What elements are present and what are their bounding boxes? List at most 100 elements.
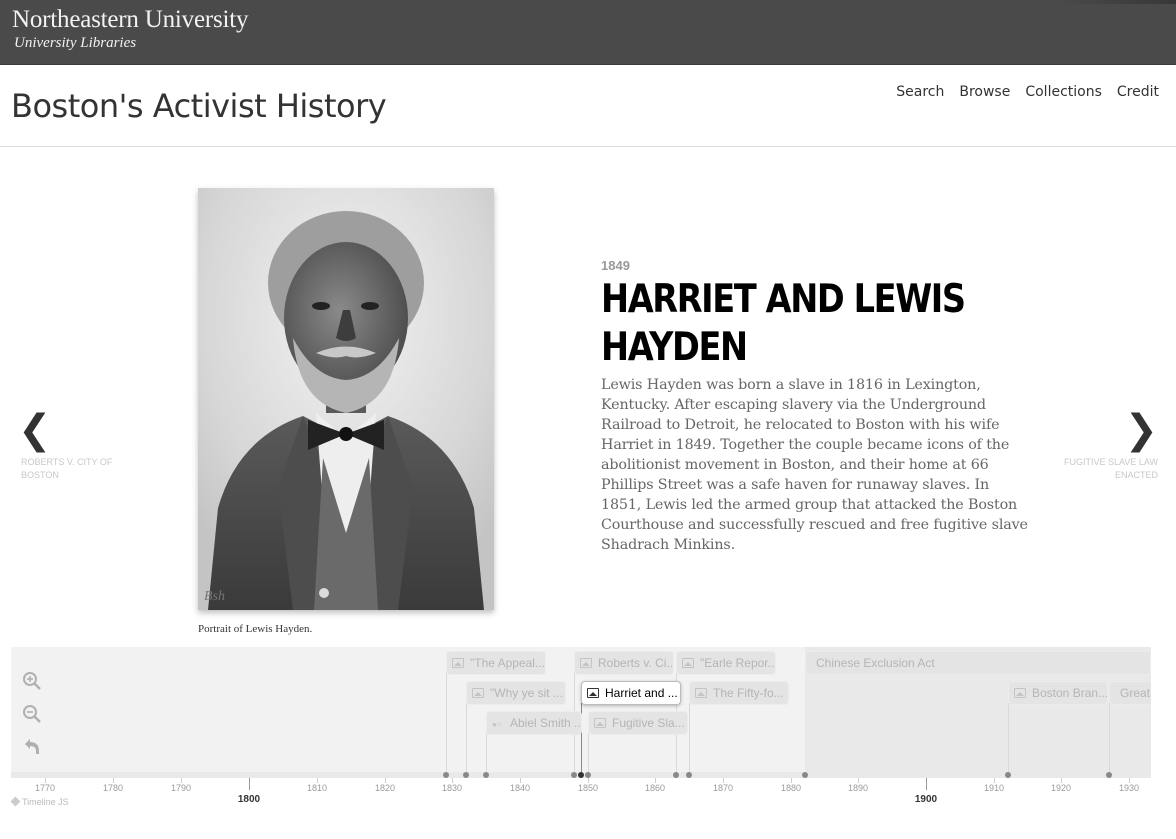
tick-label-1780: 1780 bbox=[102, 783, 124, 793]
chevron-left-icon[interactable]: ❮ bbox=[18, 410, 128, 450]
libraries-logo-text[interactable]: University Libraries bbox=[14, 35, 136, 52]
tick-label-1920: 1920 bbox=[1050, 783, 1072, 793]
tick-label-1830: 1830 bbox=[441, 783, 463, 793]
timeline-marker-abiel-smith[interactable]: Abiel Smith ... bbox=[486, 711, 582, 735]
timeline-marker-chinese-exclusion-act[interactable]: Chinese Exclusion Act bbox=[805, 651, 1151, 675]
major-label-1800: 1800 bbox=[237, 794, 261, 805]
slide-date: 1849 bbox=[601, 258, 630, 273]
marker-line bbox=[466, 703, 467, 774]
timelinejs-attribution[interactable]: Timeline JS bbox=[10, 796, 69, 807]
nav-search[interactable]: Search bbox=[896, 84, 944, 100]
timeline-marker-fugitive-slave[interactable]: Fugitive Sla... bbox=[588, 711, 688, 735]
time-axis: 1770 1780 1790 1800 1810 1820 1830 1840 … bbox=[11, 772, 1151, 812]
nav-browse[interactable]: Browse bbox=[959, 84, 1010, 100]
university-logo-text[interactable]: Northeastern University bbox=[12, 6, 249, 34]
marker-title: Boston Bran... bbox=[1032, 686, 1108, 700]
zoom-out-icon[interactable] bbox=[22, 704, 42, 724]
axis-event-dot[interactable] bbox=[1106, 772, 1112, 778]
slide-text: Lewis Hayden was born a slave in 1816 in… bbox=[601, 377, 1028, 553]
axis-event-dot[interactable] bbox=[443, 772, 449, 778]
image-icon bbox=[695, 688, 707, 698]
marker-title: "The Appeal... bbox=[470, 656, 545, 670]
tick-label-1770: 1770 bbox=[34, 783, 56, 793]
dots-icon bbox=[492, 714, 506, 734]
portrait-illustration: Bsh bbox=[198, 188, 494, 610]
library-banner: Northeastern University University Libra… bbox=[0, 0, 1176, 65]
svg-text:Bsh: Bsh bbox=[204, 589, 225, 604]
axis-event-dot[interactable] bbox=[673, 772, 679, 778]
site-header: Boston's Activist History Search Browse … bbox=[0, 65, 1176, 147]
marker-title: The Fifty-fo... bbox=[713, 686, 784, 700]
tick-label-1860: 1860 bbox=[644, 783, 666, 793]
back-icon[interactable] bbox=[22, 737, 42, 757]
tick-label-1820: 1820 bbox=[374, 783, 396, 793]
axis-event-dot[interactable] bbox=[571, 772, 577, 778]
marker-title: Abiel Smith ... bbox=[510, 716, 582, 730]
axis-major-tick bbox=[249, 778, 250, 790]
zoom-in-icon[interactable] bbox=[22, 671, 42, 691]
image-icon bbox=[472, 688, 484, 698]
zoom-controls bbox=[22, 671, 42, 770]
timeline-marker-boston-branch[interactable]: Boston Bran... bbox=[1008, 681, 1108, 705]
timeline-marker-earle-report[interactable]: "Earle Repor... bbox=[676, 651, 776, 675]
tick-label-1880: 1880 bbox=[780, 783, 802, 793]
chevron-right-icon[interactable]: ❯ bbox=[1048, 410, 1158, 450]
timeline-marker-harriet-and-lewis-hayden[interactable]: Harriet and ... bbox=[581, 681, 681, 705]
nav-collections[interactable]: Collections bbox=[1025, 84, 1102, 100]
banner-shadow bbox=[1056, 0, 1176, 4]
axis-event-dot[interactable] bbox=[483, 772, 489, 778]
major-label-1900: 1900 bbox=[914, 794, 938, 805]
timeline-marker-fifty-fourth[interactable]: The Fifty-fo... bbox=[689, 681, 789, 705]
marker-title: Roberts v. Ci... bbox=[598, 656, 674, 670]
image-icon bbox=[587, 688, 599, 698]
timeline-marker-the-appeal[interactable]: "The Appeal... bbox=[446, 651, 546, 675]
tick-label-1840: 1840 bbox=[509, 783, 531, 793]
slide-headline: Harriet and Lewis Hayden bbox=[601, 277, 966, 370]
diamond-icon bbox=[10, 796, 21, 807]
tick-label-1910: 1910 bbox=[983, 783, 1005, 793]
next-slide-label[interactable]: Fugitive Slave Law Enacted bbox=[1048, 456, 1158, 482]
image-icon bbox=[1014, 688, 1026, 698]
axis-event-dot[interactable] bbox=[463, 772, 469, 778]
marker-line bbox=[689, 703, 690, 774]
marker-title: "Why ye sit ... bbox=[490, 686, 563, 700]
previous-slide-label[interactable]: Roberts v. City of Boston bbox=[21, 456, 128, 482]
previous-slide-button[interactable]: ❮ Roberts v. City of Boston bbox=[18, 410, 128, 482]
axis-event-dot[interactable] bbox=[1005, 772, 1011, 778]
tick-label-1810: 1810 bbox=[306, 783, 328, 793]
marker-line bbox=[588, 733, 589, 774]
tick-label-1790: 1790 bbox=[170, 783, 192, 793]
marker-line bbox=[1008, 703, 1009, 774]
axis-event-dot[interactable] bbox=[686, 772, 692, 778]
image-icon bbox=[594, 718, 606, 728]
image-icon bbox=[452, 658, 464, 668]
marker-line bbox=[446, 673, 447, 774]
marker-title: Harriet and ... bbox=[605, 686, 678, 700]
axis-major-tick bbox=[926, 778, 927, 790]
axis-event-dot-active[interactable] bbox=[578, 772, 584, 778]
marker-title: Fugitive Sla... bbox=[612, 716, 685, 730]
timeline-marker-great[interactable]: Great bbox=[1109, 681, 1151, 705]
marker-line bbox=[1109, 703, 1110, 774]
timeline-marker-roberts[interactable]: Roberts v. Ci... bbox=[574, 651, 674, 675]
marker-title: Chinese Exclusion Act bbox=[816, 656, 935, 670]
image-icon bbox=[580, 658, 592, 668]
image-caption: Portrait of Lewis Hayden. bbox=[198, 623, 313, 635]
tick-label-1890: 1890 bbox=[847, 783, 869, 793]
tick-label-1850: 1850 bbox=[577, 783, 599, 793]
main-nav: Search Browse Collections Credit bbox=[881, 84, 1159, 100]
site-title[interactable]: Boston's Activist History bbox=[11, 87, 387, 125]
axis-event-dot[interactable] bbox=[802, 772, 808, 778]
marker-title: Great bbox=[1120, 686, 1151, 700]
timeline-navigator[interactable]: "The Appeal... Roberts v. Ci... "Earle R… bbox=[11, 647, 1151, 774]
timeline-slide: Bsh Portrait of Lewis Hayden. 1849 Harri… bbox=[0, 148, 1176, 647]
next-slide-button[interactable]: ❯ Fugitive Slave Law Enacted bbox=[1048, 410, 1158, 482]
tick-label-1870: 1870 bbox=[712, 783, 734, 793]
marker-line bbox=[486, 733, 487, 774]
image-icon bbox=[682, 658, 694, 668]
nav-credit[interactable]: Credit bbox=[1117, 84, 1159, 100]
attribution-text[interactable]: Timeline JS bbox=[22, 797, 69, 807]
portrait-image: Bsh bbox=[198, 188, 494, 610]
timeline-marker-why-ye-sit[interactable]: "Why ye sit ... bbox=[466, 681, 566, 705]
marker-title: "Earle Repor... bbox=[700, 656, 776, 670]
